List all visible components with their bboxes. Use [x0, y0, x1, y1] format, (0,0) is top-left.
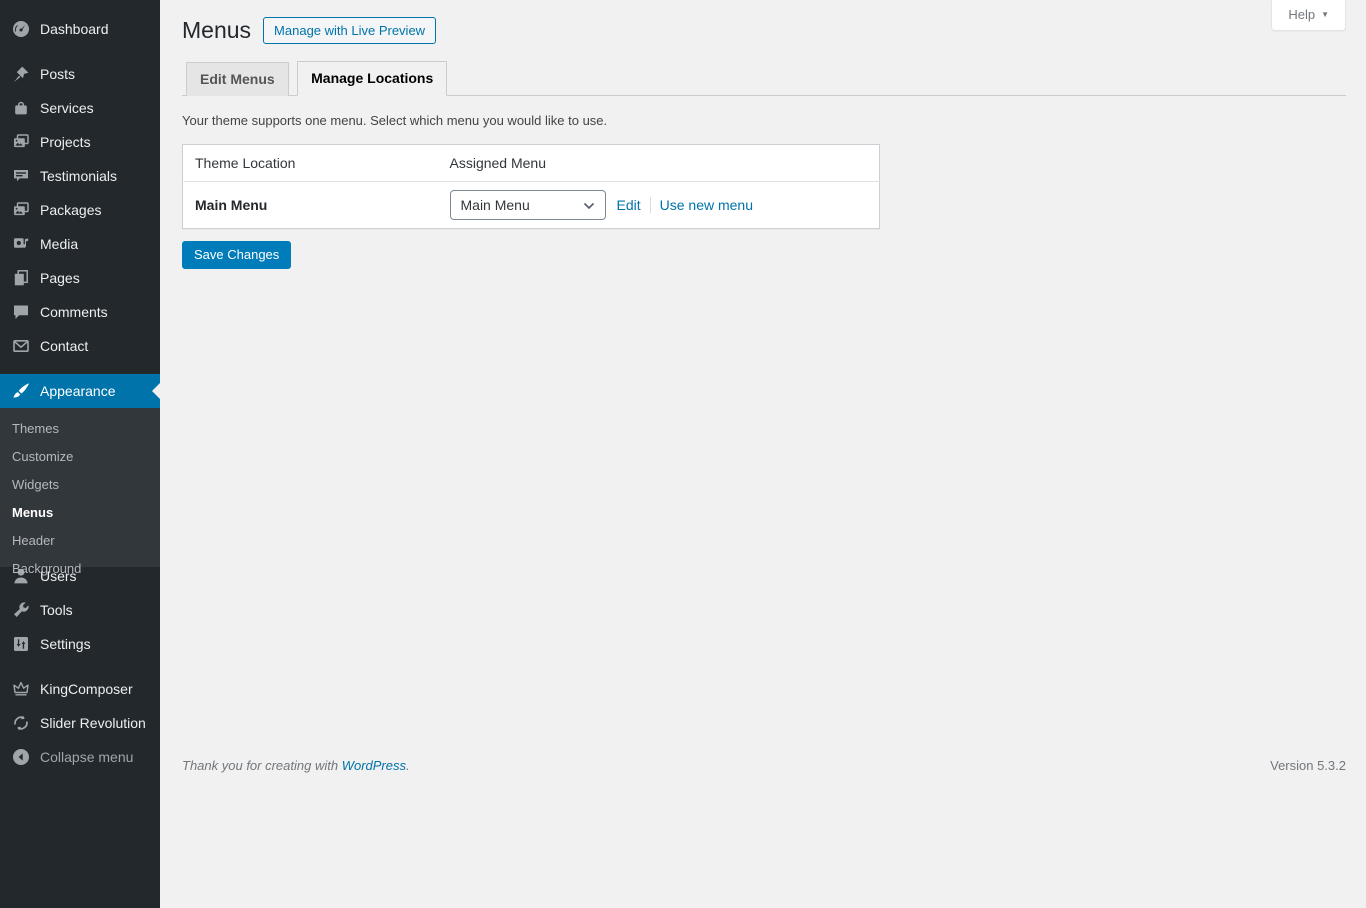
help-button[interactable]: Help ▼	[1271, 0, 1346, 31]
sidebar-item-label: Projects	[40, 134, 91, 150]
gallery-icon	[11, 200, 31, 220]
save-changes-button[interactable]: Save Changes	[182, 241, 291, 269]
collapse-menu-button[interactable]: Collapse menu	[0, 740, 160, 774]
sidebar-item-label: Testimonials	[40, 168, 117, 184]
page-title: Menus	[182, 16, 251, 45]
admin-footer: Thank you for creating with WordPress. V…	[182, 758, 1346, 773]
sidebar-item-label: Settings	[40, 636, 91, 652]
tab-manage-locations[interactable]: Manage Locations	[297, 61, 447, 96]
selected-menu-value: Main Menu	[461, 197, 530, 213]
help-label: Help	[1288, 7, 1315, 22]
sidebar-item-testimonials[interactable]: Testimonials	[0, 159, 160, 193]
sidebar-item-settings[interactable]: Settings	[0, 627, 160, 661]
wordpress-link[interactable]: WordPress	[342, 758, 406, 773]
sidebar-item-posts[interactable]: Posts	[0, 57, 160, 91]
gallery-icon	[11, 132, 31, 152]
column-header-assigned-menu: Assigned Menu	[438, 145, 880, 182]
sidebar-item-label: Dashboard	[40, 21, 109, 37]
column-header-theme-location: Theme Location	[183, 145, 438, 182]
footer-period: .	[406, 758, 410, 773]
appearance-submenu: Themes Customize Widgets Menus Header Ba…	[0, 408, 160, 567]
theme-locations-description: Your theme supports one menu. Select whi…	[182, 113, 1346, 128]
admin-menu: Dashboard Posts Services Projects	[0, 0, 160, 774]
edit-menu-link[interactable]: Edit	[617, 197, 641, 213]
link-divider	[650, 197, 651, 213]
wordpress-admin: Dashboard Posts Services Projects	[0, 0, 1366, 908]
sidebar-item-label: Media	[40, 236, 78, 252]
sidebar-item-label: Posts	[40, 66, 75, 82]
pushpin-icon	[11, 64, 31, 84]
sidebar-item-label: Pages	[40, 270, 80, 286]
menu-locations-table: Theme Location Assigned Menu Main Menu M…	[182, 144, 880, 229]
sidebar-item-label: Contact	[40, 338, 88, 354]
sidebar-item-label: Services	[40, 100, 94, 116]
submenu-item-header[interactable]: Header	[0, 527, 160, 555]
sliders-icon	[11, 634, 31, 654]
footer-thanks-prefix: Thank you for creating with	[182, 758, 342, 773]
assigned-menu-select[interactable]: Main Menu	[450, 190, 606, 220]
sidebar-item-pages[interactable]: Pages	[0, 261, 160, 295]
tab-edit-menus[interactable]: Edit Menus	[186, 62, 289, 96]
sidebar-item-kingcomposer[interactable]: KingComposer	[0, 672, 160, 706]
slider-revolution-icon	[11, 713, 31, 733]
content-area: Help ▼ Menus Manage with Live Preview Ed…	[160, 0, 1366, 908]
submenu-item-themes[interactable]: Themes	[0, 415, 160, 443]
sidebar-item-label: Appearance	[40, 383, 116, 399]
footer-thanks-text: Thank you for creating with WordPress.	[182, 758, 410, 773]
submenu-item-widgets[interactable]: Widgets	[0, 471, 160, 499]
sidebar-item-media[interactable]: Media	[0, 227, 160, 261]
dashboard-icon	[11, 19, 31, 39]
submenu-item-background[interactable]: Background	[0, 555, 160, 567]
menu-separator	[0, 661, 160, 672]
sidebar-item-dashboard[interactable]: Dashboard	[0, 12, 160, 46]
sidebar-item-comments[interactable]: Comments	[0, 295, 160, 329]
sidebar-item-slider-revolution[interactable]: Slider Revolution	[0, 706, 160, 740]
sidebar-item-label: Collapse menu	[40, 749, 133, 765]
version-text: Version 5.3.2	[1270, 758, 1346, 773]
table-header-row: Theme Location Assigned Menu	[183, 145, 880, 182]
sidebar-item-label: Slider Revolution	[40, 715, 146, 731]
crown-icon	[11, 679, 31, 699]
sidebar-item-label: KingComposer	[40, 681, 133, 697]
sidebar-item-contact[interactable]: Contact	[0, 329, 160, 363]
use-new-menu-link[interactable]: Use new menu	[660, 197, 753, 213]
table-row: Main Menu Main Menu Edit	[183, 182, 880, 229]
page-header: Menus Manage with Live Preview	[182, 0, 1346, 45]
theme-location-name: Main Menu	[195, 197, 267, 213]
collapse-arrow-icon	[11, 747, 31, 767]
envelope-icon	[11, 336, 31, 356]
assigned-menu-cell: Main Menu Edit Use new menu	[450, 190, 868, 220]
wrench-icon	[11, 600, 31, 620]
comment-icon	[11, 302, 31, 322]
sidebar-item-appearance[interactable]: Appearance	[0, 374, 160, 408]
sidebar-item-projects[interactable]: Projects	[0, 125, 160, 159]
manage-with-live-preview-button[interactable]: Manage with Live Preview	[263, 17, 436, 44]
sidebar-item-label: Comments	[40, 304, 108, 320]
submenu-item-customize[interactable]: Customize	[0, 443, 160, 471]
brush-icon	[11, 381, 31, 401]
sidebar-item-label: Tools	[40, 602, 73, 618]
sidebar-item-label: Packages	[40, 202, 101, 218]
menu-separator	[0, 363, 160, 374]
nav-tabs: Edit Menus Manage Locations	[182, 61, 1346, 96]
row-links: Edit Use new menu	[617, 197, 754, 213]
admin-sidebar: Dashboard Posts Services Projects	[0, 0, 160, 908]
bag-icon	[11, 98, 31, 118]
sidebar-item-packages[interactable]: Packages	[0, 193, 160, 227]
chevron-down-icon: ▼	[1321, 11, 1329, 19]
pages-icon	[11, 268, 31, 288]
sidebar-item-services[interactable]: Services	[0, 91, 160, 125]
menu-separator	[0, 46, 160, 57]
testimonial-icon	[11, 166, 31, 186]
submenu-item-menus[interactable]: Menus	[0, 499, 160, 527]
sidebar-item-tools[interactable]: Tools	[0, 593, 160, 627]
media-icon	[11, 234, 31, 254]
chevron-down-icon	[583, 197, 595, 213]
